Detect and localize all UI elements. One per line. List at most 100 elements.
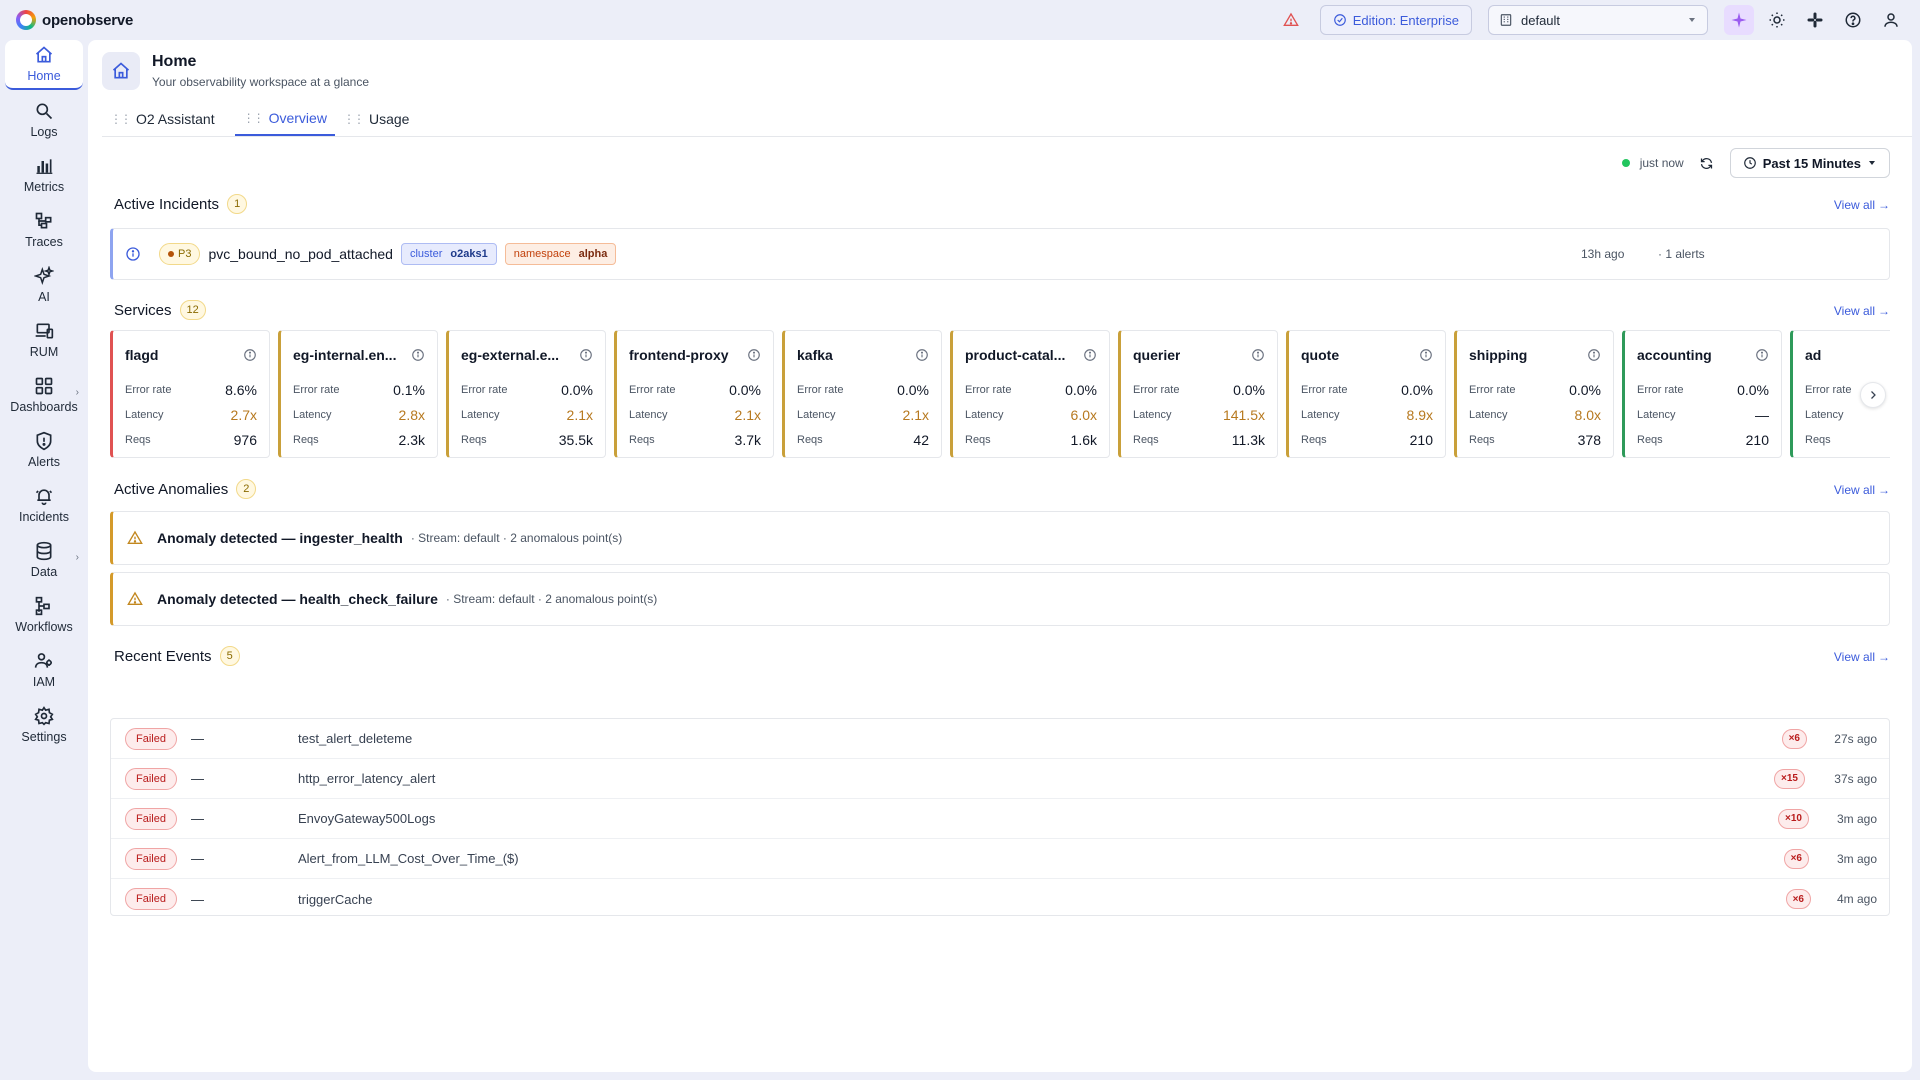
sidebar-item-ai[interactable]: AI [5,260,83,310]
metric-label: Reqs [797,433,823,446]
event-row[interactable]: Failed — http_error_latency_alert ×15 37… [111,759,1889,799]
service-card[interactable]: accounting Error rate 0.0% Latency — Reqs 2… [1622,330,1782,458]
event-name: test_alert_deleteme [298,731,413,746]
refresh-icon [1701,157,1713,169]
top-bar: openobserve Edition: Enterprise default [0,0,1920,40]
refresh-button[interactable] [1694,150,1720,176]
info-icon[interactable] [1755,348,1769,362]
drag-handle-icon[interactable]: ⋮⋮ [243,111,265,125]
sidebar-item-settings[interactable]: Settings [5,700,83,750]
event-row[interactable]: Failed — EnvoyGateway500Logs ×10 3m ago [111,799,1889,839]
info-icon[interactable] [1083,348,1097,362]
anomaly-row[interactable]: Anomaly detected — health_check_failure … [110,572,1890,626]
user-menu-button[interactable] [1876,5,1906,35]
theme-toggle-button[interactable] [1762,5,1792,35]
metric-label: Latency [1301,408,1340,421]
services-section-title: Services 12 [114,300,206,320]
help-icon [1845,12,1861,28]
metric-label: Latency [1133,408,1172,421]
info-icon[interactable] [411,348,425,362]
edition-button[interactable]: Edition: Enterprise [1319,5,1472,35]
time-range-button[interactable]: Past 15 Minutes [1729,148,1890,178]
service-card[interactable]: product-catal... Error rate 0.0% Latency 6… [950,330,1110,458]
reqs-value: 42 [913,431,929,448]
event-name: triggerCache [298,891,373,907]
event-row[interactable]: Failed — triggerCache ×6 4m ago [111,879,1889,919]
tab-o2-assistant[interactable]: ⋮⋮ O2 Assistant [102,102,223,136]
event-count-badge: ×15 [1774,768,1805,789]
sidebar-item-home[interactable]: Home [5,40,83,90]
event-count-badge: ×6 [1781,728,1807,749]
info-icon[interactable] [915,348,929,362]
help-button[interactable] [1838,5,1868,35]
info-icon[interactable] [747,348,761,362]
incident-alert-count: · 1 alerts [1658,247,1705,261]
incident-name: pvc_bound_no_pod_attached [208,246,393,262]
view-all-label: View all [1833,198,1875,212]
time-range-label: Past 15 Minutes [1762,155,1861,171]
sidebar-item-workflows[interactable]: Workflows [5,590,83,640]
service-card[interactable]: kafka Error rate 0.0% Latency 2.1x Reqs 42 [782,330,942,458]
tab-overview[interactable]: ⋮⋮ Overview [234,102,335,136]
info-icon[interactable] [1419,348,1433,362]
tab-label: O2 Assistant [136,111,215,127]
sidebar-item-alerts[interactable]: Alerts [5,425,83,475]
service-card[interactable]: eg-internal.en... Error rate 0.1% Latency… [278,330,438,458]
service-name: frontend-proxy [629,347,729,363]
sparkle-icon [34,266,54,286]
service-name: shipping [1469,347,1528,363]
anomalies-view-all-link[interactable]: View all → [1834,483,1890,497]
sidebar-item-rum[interactable]: RUM [5,315,83,365]
devices-icon [35,323,54,339]
service-card[interactable]: eg-external.e... Error rate 0.0% Latency 2… [446,330,606,458]
info-icon[interactable] [1587,348,1601,362]
shield-alert-icon [36,431,52,451]
sidebar-item-incidents[interactable]: Incidents [5,480,83,530]
service-card[interactable]: flagd Error rate 8.6% Latency 2.7x Reqs 976 [110,330,270,458]
incident-row[interactable]: P3 pvc_bound_no_pod_attached cluster o2a… [110,228,1890,280]
events-view-all-link[interactable]: View all → [1834,650,1890,664]
info-icon[interactable] [579,348,593,362]
metric-label: Error rate [965,383,1012,396]
anomaly-row[interactable]: Anomaly detected — ingester_health · Str… [110,511,1890,565]
label-chip-cluster: cluster o2aks1 [400,243,497,265]
slack-button[interactable] [1800,5,1830,35]
service-card[interactable]: frontend-proxy Error rate 0.0% Latency 2.1… [614,330,774,458]
sidebar-item-traces[interactable]: Traces [5,205,83,255]
user-icon [1884,13,1898,27]
logo-mark-icon [16,10,36,30]
tab-usage[interactable]: ⋮⋮ Usage [335,102,417,136]
anomaly-title: Anomaly detected — ingester_health [157,530,403,546]
drag-handle-icon[interactable]: ⋮⋮ [343,112,365,126]
ai-assistant-button[interactable] [1724,5,1754,35]
services-view-all-link[interactable]: View all → [1834,304,1890,318]
event-row[interactable]: Failed — test_alert_deleteme ×6 27s ago [111,719,1889,759]
sidebar-item-data[interactable]: Data › [5,535,83,585]
warning-icon[interactable] [1278,7,1304,33]
metric-label: Latency [797,408,836,421]
metric-label: Latency [629,408,668,421]
org-select[interactable]: default [1488,5,1708,35]
incidents-view-all-link[interactable]: View all → [1834,198,1890,212]
info-icon[interactable] [243,348,257,362]
sparkle-icon [1731,12,1747,28]
event-row[interactable]: Failed — Alert_from_LLM_Cost_Over_Time_(… [111,839,1889,879]
event-status-badge: Failed [125,847,177,870]
metric-label: Error rate [1637,383,1684,396]
sidebar-item-metrics[interactable]: Metrics [5,150,83,200]
info-icon[interactable] [1251,348,1265,362]
drag-handle-icon[interactable]: ⋮⋮ [110,112,132,126]
service-card[interactable]: quote Error rate 0.0% Latency 8.9x Reqs 210 [1286,330,1446,458]
service-card[interactable]: querier Error rate 0.0% Latency 141.5x Req… [1118,330,1278,458]
severity-badge: P3 [159,243,201,265]
service-card[interactable]: shipping Error rate 0.0% Latency 8.0x Reqs… [1454,330,1614,458]
latency-value: 8.9x [1406,406,1433,423]
services-next-button[interactable] [1860,382,1886,408]
sidebar-item-dashboards[interactable]: Dashboards › [5,370,83,420]
metric-label: Error rate [125,383,172,396]
metric-label: Error rate [797,383,844,396]
app-logo[interactable]: openobserve [16,10,133,30]
chip-key: namespace [513,248,571,260]
sidebar-item-iam[interactable]: IAM [5,645,83,695]
sidebar-item-logs[interactable]: Logs [5,95,83,145]
